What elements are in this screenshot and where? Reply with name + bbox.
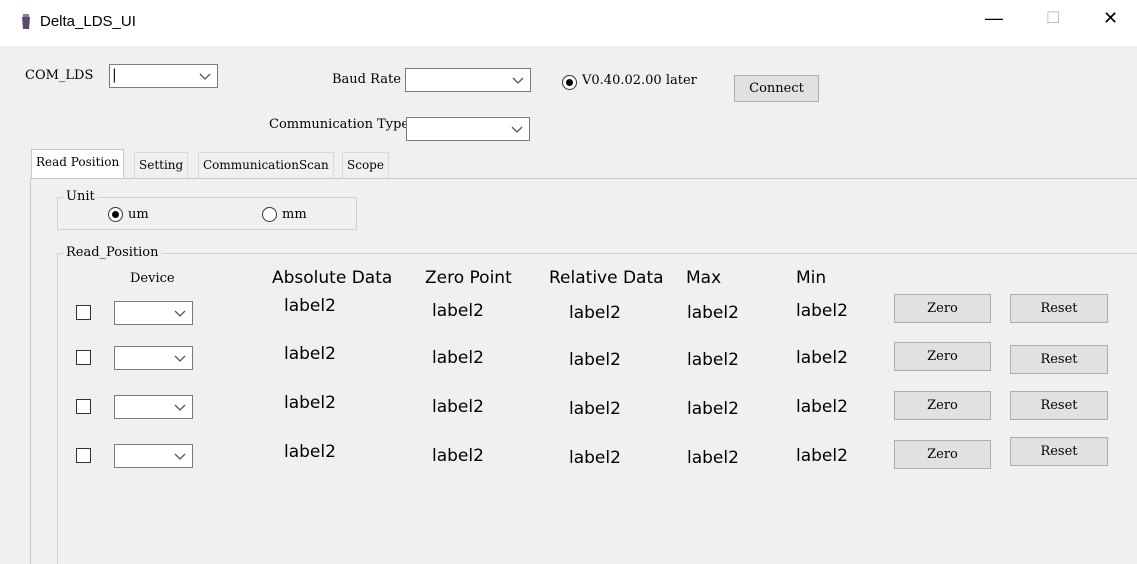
row-enable-checkbox[interactable] <box>76 350 91 365</box>
zero-point-value: label2 <box>432 397 484 417</box>
close-button[interactable]: ✕ <box>1103 8 1118 29</box>
tab-communication-scan[interactable]: CommunicationScan <box>198 152 334 178</box>
minimize-button[interactable]: — <box>985 8 1003 29</box>
unit-um-label: um <box>128 207 149 222</box>
relative-data-value: label2 <box>569 399 621 419</box>
zero-point-header: Zero Point <box>425 268 512 288</box>
min-header: Min <box>796 268 827 288</box>
relative-data-value: label2 <box>569 448 621 468</box>
zero-button[interactable]: Zero <box>894 294 991 323</box>
chevron-down-icon <box>512 77 524 84</box>
communication-type-select[interactable] <box>406 117 530 141</box>
absolute-data-value: label2 <box>284 344 336 364</box>
tab-label: Scope <box>347 158 384 172</box>
row-enable-checkbox[interactable] <box>76 305 91 320</box>
reset-button[interactable]: Reset <box>1010 437 1108 466</box>
app-icon <box>22 14 30 29</box>
min-value: label2 <box>796 348 848 368</box>
unit-group <box>57 197 357 230</box>
zero-button[interactable]: Zero <box>894 440 991 469</box>
max-value: label2 <box>687 303 739 323</box>
chevron-down-icon <box>174 355 186 362</box>
baud-rate-select[interactable] <box>405 68 531 92</box>
tab-setting[interactable]: Setting <box>134 152 189 178</box>
min-value: label2 <box>796 397 848 417</box>
max-value: label2 <box>687 448 739 468</box>
tab-read-position[interactable]: Read Position <box>31 149 125 179</box>
read-position-group-title: Read_Position <box>64 245 161 260</box>
chevron-down-icon <box>174 453 186 460</box>
relative-data-value: label2 <box>569 350 621 370</box>
max-value: label2 <box>687 399 739 419</box>
tab-label: CommunicationScan <box>203 158 329 172</box>
absolute-data-header: Absolute Data <box>272 268 393 288</box>
absolute-data-value: label2 <box>284 393 336 413</box>
baud-rate-label: Baud Rate <box>332 72 401 87</box>
chevron-down-icon <box>199 73 211 80</box>
relative-data-header: Relative Data <box>549 268 664 288</box>
com-select[interactable]: | <box>109 64 218 88</box>
device-select[interactable] <box>114 301 193 325</box>
version-radio[interactable] <box>562 75 577 90</box>
reset-button[interactable]: Reset <box>1010 391 1108 420</box>
max-header: Max <box>686 268 722 288</box>
tab-label: Setting <box>139 158 184 172</box>
max-value: label2 <box>687 350 739 370</box>
device-header: Device <box>130 271 175 286</box>
device-select[interactable] <box>114 444 193 468</box>
window-title: Delta_LDS_UI <box>40 13 136 30</box>
chevron-down-icon <box>174 310 186 317</box>
communication-type-label: Communication Type <box>269 117 410 132</box>
zero-point-value: label2 <box>432 348 484 368</box>
min-value: label2 <box>796 301 848 321</box>
relative-data-value: label2 <box>569 303 621 323</box>
version-label: V0.40.02.00 later <box>582 73 697 88</box>
chevron-down-icon <box>511 126 523 133</box>
min-value: label2 <box>796 446 848 466</box>
title-bar: Delta_LDS_UI — ☐ ✕ <box>0 0 1137 46</box>
zero-point-value: label2 <box>432 301 484 321</box>
unit-group-title: Unit <box>64 189 97 204</box>
unit-mm-radio[interactable] <box>262 207 277 222</box>
absolute-data-value: label2 <box>284 296 336 316</box>
absolute-data-value: label2 <box>284 442 336 462</box>
zero-button[interactable]: Zero <box>894 342 991 371</box>
device-select[interactable] <box>114 346 193 370</box>
chevron-down-icon <box>174 404 186 411</box>
device-select[interactable] <box>114 395 193 419</box>
com-label: COM_LDS <box>25 68 94 83</box>
row-enable-checkbox[interactable] <box>76 448 91 463</box>
unit-mm-label: mm <box>282 207 307 222</box>
tab-scope[interactable]: Scope <box>342 152 389 178</box>
connect-button[interactable]: Connect <box>734 75 819 102</box>
zero-button[interactable]: Zero <box>894 391 991 420</box>
reset-button[interactable]: Reset <box>1010 294 1108 323</box>
tab-label: Read Position <box>36 155 120 169</box>
reset-button[interactable]: Reset <box>1010 345 1108 374</box>
zero-point-value: label2 <box>432 446 484 466</box>
unit-um-radio[interactable] <box>108 207 123 222</box>
com-value: | <box>112 67 117 83</box>
maximize-button[interactable]: ☐ <box>1046 8 1060 28</box>
row-enable-checkbox[interactable] <box>76 399 91 414</box>
